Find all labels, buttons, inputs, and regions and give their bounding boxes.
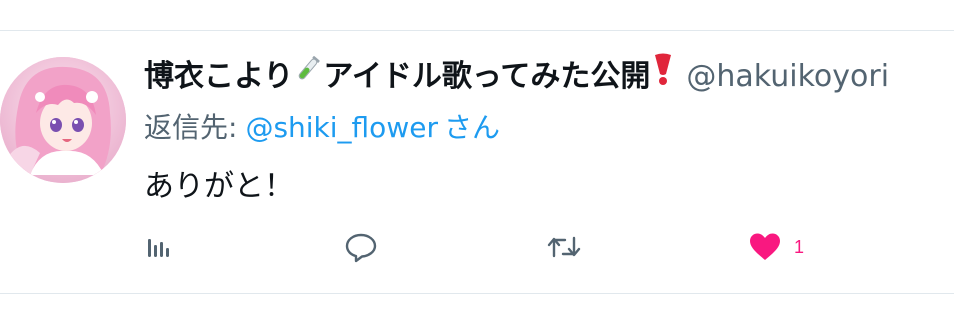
replying-to: 返信先: @shiki_flower さん (144, 109, 500, 147)
retweet-icon (546, 232, 582, 262)
analytics-icon (144, 233, 172, 261)
reply-user-link[interactable]: @shiki_flower (245, 111, 438, 144)
bottom-divider (0, 293, 954, 294)
tweet[interactable]: 博衣こより アイドル歌ってみた公開 @hakuikoyori 返信先: @shiki_… (0, 31, 954, 293)
like-button[interactable]: 1 (748, 227, 804, 267)
avatar-illustration (0, 57, 126, 183)
reply-prefix: 返信先: (144, 111, 238, 144)
tweet-actions: 1 (144, 227, 924, 267)
heart-icon (748, 232, 782, 262)
reply-suffix: さん (443, 111, 500, 144)
like-count: 1 (794, 236, 805, 257)
reply-button[interactable] (344, 227, 378, 267)
reply-bubble-icon (344, 231, 378, 263)
display-name-suffix: アイドル歌ってみた公開 (323, 59, 651, 94)
tweet-header: 博衣こより アイドル歌ってみた公開 @hakuikoyori (144, 53, 889, 97)
avatar[interactable] (0, 57, 126, 183)
display-name[interactable]: 博衣こより アイドル歌ってみた公開 (144, 53, 676, 94)
display-name-text: 博衣こより (144, 59, 294, 94)
views-button[interactable] (144, 227, 172, 267)
tweet-text: ありがと！ (144, 169, 294, 204)
user-handle[interactable]: @hakuikoyori (686, 59, 889, 94)
exclamation-icon (650, 52, 676, 97)
retweet-button[interactable] (546, 227, 582, 267)
test-tube-icon (293, 54, 323, 95)
